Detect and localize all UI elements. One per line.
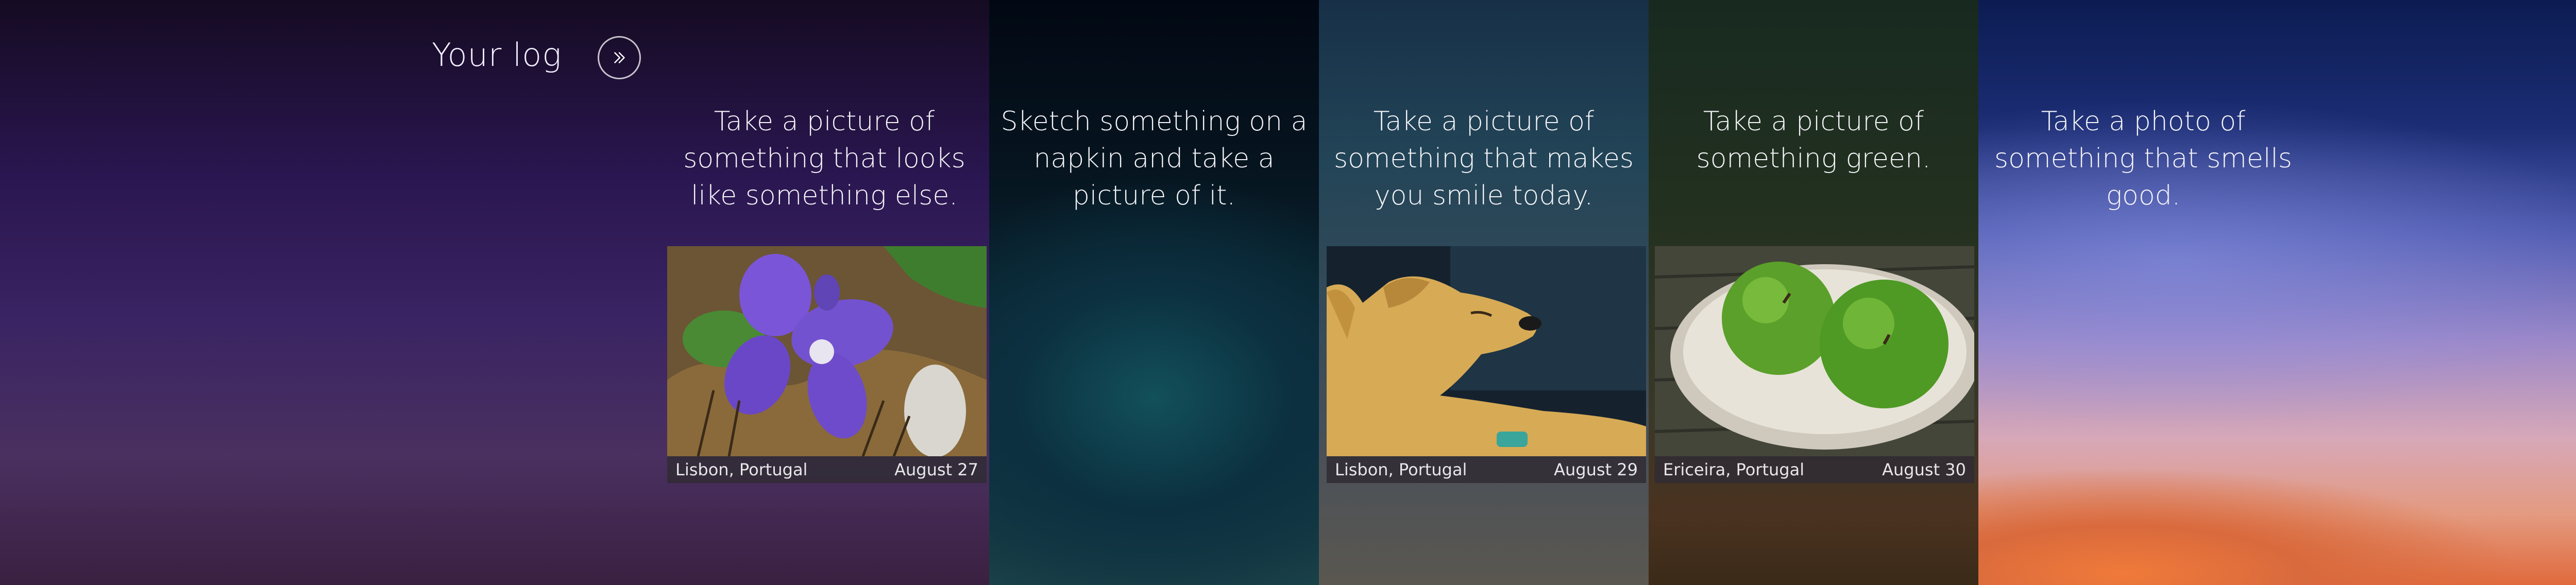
entry-caption: Ericeira, Portugal August 30 (1655, 456, 1974, 483)
entry-location: Lisbon, Portugal (1335, 460, 1467, 479)
entry-date: August 27 (894, 460, 978, 479)
log-panel-4: Take a photo of something that smells go… (1978, 0, 2576, 585)
page-title: Your log (432, 36, 562, 74)
green-apples-image (1655, 246, 1974, 456)
entry-prompt: Take a picture of something that makes y… (1333, 106, 1634, 211)
entry-photo (667, 246, 987, 456)
entry-location: Ericeira, Portugal (1663, 460, 1805, 479)
entry-card[interactable]: Lisbon, Portugal August 29 (1327, 246, 1646, 483)
entry-caption: Lisbon, Portugal August 29 (1327, 456, 1646, 483)
entry-card[interactable]: Ericeira, Portugal August 30 (1655, 246, 1974, 483)
log-panel-0: Your log Take a picture of something tha… (0, 0, 989, 585)
next-button[interactable] (598, 36, 641, 79)
entry-photo (1327, 246, 1646, 456)
entry-location: Lisbon, Portugal (675, 460, 808, 479)
entry-date: August 30 (1882, 460, 1966, 479)
entry-prompt: Take a photo of something that smells go… (1994, 106, 2292, 211)
log-panel-2: Take a picture of something that makes y… (1319, 0, 1649, 585)
violet-flower-image (667, 246, 987, 456)
entry-prompt: Take a picture of something that looks l… (683, 106, 965, 211)
log-panel-3: Take a picture of something green. Erice… (1649, 0, 1978, 585)
entry-prompt: Sketch something on a napkin and take a … (1001, 106, 1308, 211)
entry-date: August 29 (1554, 460, 1638, 479)
entry-card[interactable]: Lisbon, Portugal August 27 (667, 246, 987, 483)
entry-photo (1655, 246, 1974, 456)
double-chevron-right-icon (614, 52, 625, 63)
entry-prompt: Take a picture of something green. (1696, 106, 1931, 174)
log-panel-1: Sketch something on a napkin and take a … (989, 0, 1319, 585)
entry-caption: Lisbon, Portugal August 27 (667, 456, 987, 483)
sleeping-dog-image (1327, 246, 1646, 456)
